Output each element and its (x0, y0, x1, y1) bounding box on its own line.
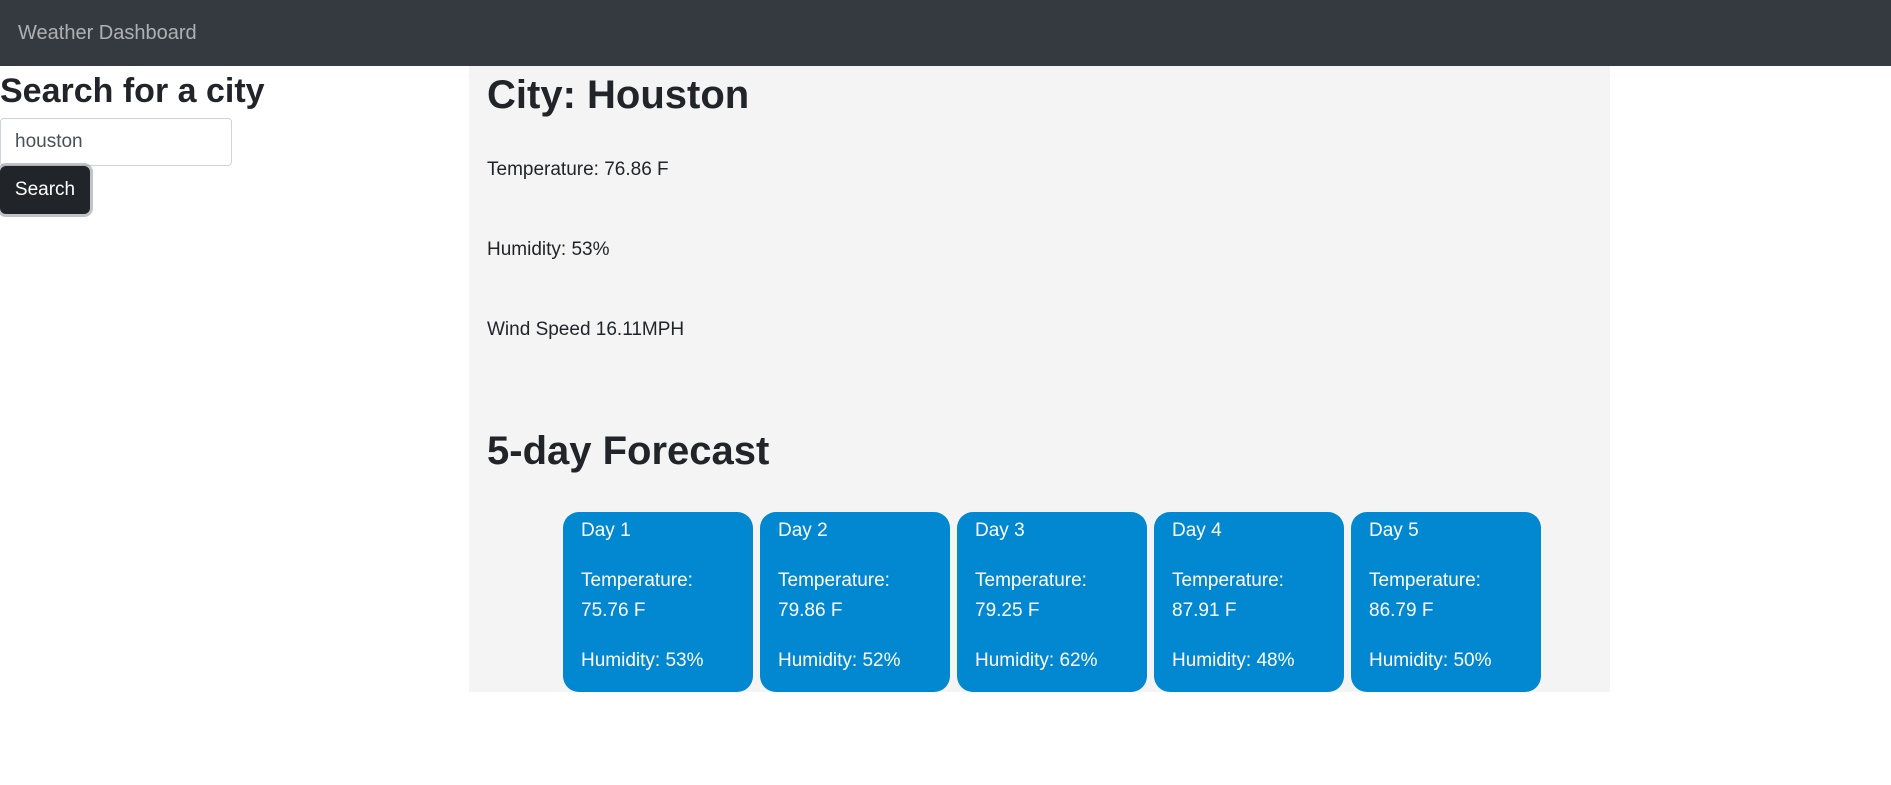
city-title: City: Houston (487, 73, 750, 117)
forecast-temperature-label: Temperature: (581, 570, 693, 591)
forecast-humidity: Humidity: 52% (778, 650, 901, 671)
top-navbar: Weather Dashboard (0, 0, 1891, 66)
forecast-day-label: Day 5 (1369, 520, 1419, 541)
forecast-temperature-value: 86.79 F (1369, 600, 1434, 621)
forecast-humidity: Humidity: 62% (975, 650, 1098, 671)
forecast-card-day-4: Day 4 Temperature: 87.91 F Humidity: 48% (1154, 512, 1344, 692)
forecast-title: 5-day Forecast (487, 429, 770, 473)
forecast-temperature-label: Temperature: (778, 570, 890, 591)
weather-main-panel: City: Houston Temperature: 76.86 F Humid… (469, 66, 1610, 692)
forecast-temperature-value: 75.76 F (581, 600, 646, 621)
forecast-card-day-5: Day 5 Temperature: 86.79 F Humidity: 50% (1351, 512, 1541, 692)
current-wind-speed: Wind Speed 16.11MPH (487, 319, 685, 340)
forecast-humidity: Humidity: 50% (1369, 650, 1492, 671)
forecast-humidity: Humidity: 48% (1172, 650, 1295, 671)
forecast-humidity: Humidity: 53% (581, 650, 704, 671)
city-search-input[interactable] (0, 118, 232, 166)
forecast-cards: Day 1 Temperature: 75.76 F Humidity: 53%… (563, 512, 1541, 692)
forecast-temperature-value: 87.91 F (1172, 600, 1237, 621)
search-panel: Search for a city Search (0, 66, 400, 214)
forecast-day-label: Day 3 (975, 520, 1025, 541)
search-button[interactable]: Search (0, 166, 90, 214)
forecast-day-label: Day 4 (1172, 520, 1222, 541)
forecast-day-label: Day 1 (581, 520, 631, 541)
forecast-temperature-label: Temperature: (1369, 570, 1481, 591)
forecast-card-day-1: Day 1 Temperature: 75.76 F Humidity: 53% (563, 512, 753, 692)
forecast-temperature-label: Temperature: (975, 570, 1087, 591)
navbar-brand[interactable]: Weather Dashboard (18, 22, 197, 45)
forecast-temperature-label: Temperature: (1172, 570, 1284, 591)
forecast-temperature-value: 79.86 F (778, 600, 843, 621)
search-title: Search for a city (0, 72, 265, 110)
forecast-card-day-3: Day 3 Temperature: 79.25 F Humidity: 62% (957, 512, 1147, 692)
current-temperature: Temperature: 76.86 F (487, 159, 669, 180)
forecast-day-label: Day 2 (778, 520, 828, 541)
forecast-temperature-value: 79.25 F (975, 600, 1040, 621)
forecast-card-day-2: Day 2 Temperature: 79.86 F Humidity: 52% (760, 512, 950, 692)
current-humidity: Humidity: 53% (487, 239, 610, 260)
